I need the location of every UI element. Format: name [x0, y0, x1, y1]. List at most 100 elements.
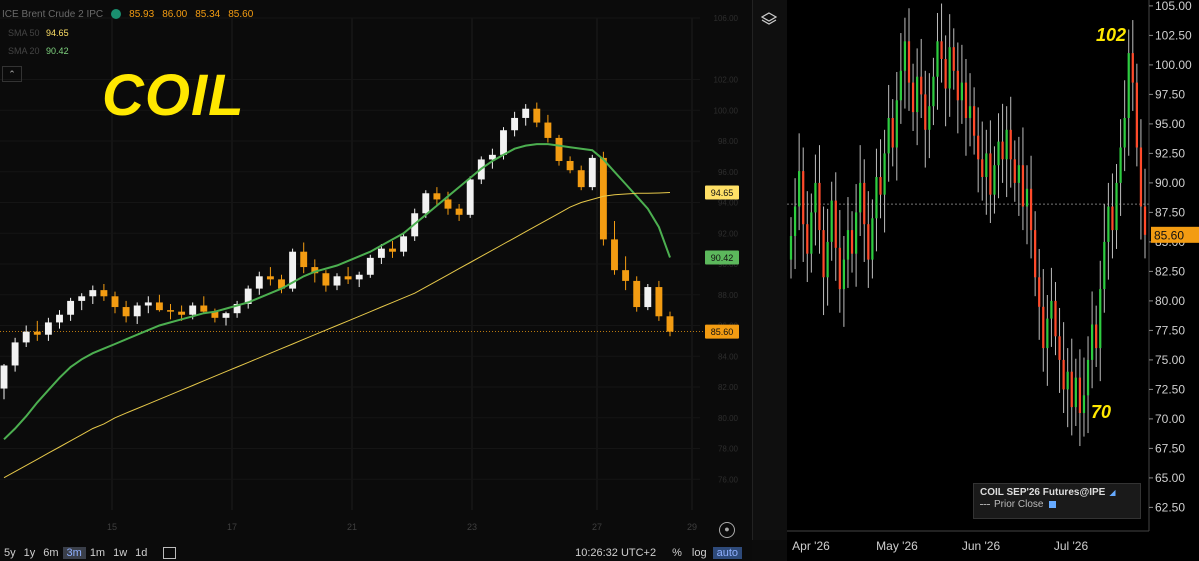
- candle-body: [1099, 289, 1102, 349]
- candle-body: [1095, 324, 1098, 349]
- candle-body: [830, 200, 833, 242]
- tf-1m[interactable]: 1m: [86, 547, 109, 559]
- auto-toggle[interactable]: auto: [712, 546, 742, 559]
- candle-body: [300, 251, 308, 268]
- tf-6m[interactable]: 6m: [39, 547, 62, 559]
- status-dot-icon: [111, 9, 122, 19]
- y-tick-label: 65.00: [1155, 471, 1185, 485]
- candle-body: [920, 76, 923, 95]
- tf-5y[interactable]: 5y: [0, 547, 20, 559]
- y-tick-label: 76.00: [718, 475, 739, 484]
- candle-body: [887, 118, 890, 154]
- price-tag-label: 90.42: [711, 253, 734, 263]
- candle-body: [389, 248, 396, 252]
- candle-body: [1054, 300, 1057, 337]
- date-range-icon[interactable]: [163, 546, 177, 559]
- candle-body: [333, 276, 341, 286]
- y-tick-label: 82.00: [718, 383, 739, 392]
- candle-body: [167, 310, 174, 312]
- y-tick-label: 82.50: [1155, 264, 1185, 278]
- candle-body: [903, 41, 907, 71]
- candle-body: [810, 212, 813, 254]
- tf-1y[interactable]: 1y: [20, 547, 40, 559]
- candle-body: [850, 230, 854, 254]
- y-tick-label: 72.50: [1155, 382, 1185, 396]
- candle-body: [936, 41, 939, 77]
- candle-body: [377, 248, 385, 258]
- candle-body: [466, 179, 474, 215]
- right-chart-svg[interactable]: 105.00 102.50 100.00 97.50 95.00 92.50 90.00 87…: [787, 0, 1199, 561]
- candle-body: [1017, 165, 1020, 183]
- ma2-label: SMA 20: [8, 46, 40, 56]
- candle-body: [500, 130, 507, 155]
- layers-icon[interactable]: [760, 12, 778, 26]
- candle-body: [1103, 241, 1106, 290]
- candle-body: [444, 199, 452, 209]
- candle-body: [916, 76, 919, 113]
- candle-body: [924, 94, 927, 130]
- candle-body: [1034, 230, 1037, 278]
- tf-1w[interactable]: 1w: [109, 547, 131, 559]
- candle-body: [1143, 206, 1147, 235]
- candle-body: [0, 365, 8, 389]
- ma1-row: SMA 50 94.65: [8, 28, 69, 38]
- price-tag-label: 85.60: [711, 327, 734, 337]
- candle-body: [834, 200, 837, 248]
- legend-prior-close-label: Prior Close: [994, 499, 1044, 510]
- candle-body: [968, 106, 972, 118]
- y-tick-label: 98.00: [718, 137, 739, 146]
- candle-body: [1070, 371, 1073, 408]
- y-tick-label: 80.00: [718, 414, 739, 423]
- candle-body: [22, 331, 30, 343]
- y-tick-label: 77.50: [1155, 323, 1185, 337]
- candle-body: [842, 259, 846, 290]
- y-tick-label: 90.00: [1155, 176, 1185, 190]
- x-tick-label: 21: [347, 522, 357, 532]
- log-toggle[interactable]: log: [692, 547, 707, 559]
- candle-body: [455, 208, 463, 215]
- y-tick-label: 102.00: [714, 76, 739, 85]
- tf-1d[interactable]: 1d: [131, 547, 151, 559]
- y-tick-label: 100.00: [714, 106, 739, 115]
- symbol-label[interactable]: ICE Brent Crude 2 IPC: [2, 9, 103, 20]
- settings-gear-icon[interactable]: ●: [719, 522, 735, 538]
- candle-body: [1086, 359, 1090, 396]
- candle-body: [993, 165, 996, 195]
- candle-body: [1025, 188, 1029, 207]
- candle-body: [644, 287, 652, 308]
- candle-body: [1021, 165, 1025, 207]
- candle-body: [56, 314, 63, 323]
- x-tick-label: Jun '26: [962, 539, 1001, 553]
- candle-body: [960, 82, 964, 101]
- candle-body: [806, 224, 809, 254]
- candle-body: [44, 322, 52, 335]
- collapse-button[interactable]: ⌃: [2, 66, 22, 82]
- moving-average-line: [3, 192, 671, 479]
- y-tick-label: 62.50: [1155, 500, 1185, 514]
- legend-expand-icon[interactable]: ◢: [1109, 488, 1115, 497]
- x-tick-label: 29: [687, 522, 697, 532]
- y-tick-label: 96.00: [718, 168, 739, 177]
- candle-body: [100, 290, 108, 297]
- prior-close-checkbox[interactable]: [1049, 501, 1057, 508]
- candle-body: [355, 274, 363, 280]
- x-tick-label: Apr '26: [792, 539, 830, 553]
- candle-body: [1078, 377, 1082, 413]
- candle-body: [964, 82, 968, 118]
- candle-body: [555, 137, 563, 161]
- y-tick-label: 87.50: [1155, 205, 1185, 219]
- candle-body: [802, 171, 805, 225]
- candle-body: [822, 230, 825, 278]
- candle-body: [611, 239, 618, 271]
- y-tick-label: 80.00: [1155, 294, 1185, 308]
- candle-body: [344, 276, 352, 280]
- candle-body: [533, 108, 541, 123]
- candle-body: [838, 247, 841, 290]
- candle-body: [1009, 129, 1012, 160]
- candle-body: [544, 122, 552, 138]
- candle-body: [1131, 53, 1134, 83]
- tf-3m[interactable]: 3m: [62, 546, 86, 559]
- y-tick-label: 105.00: [1155, 0, 1192, 13]
- percent-toggle[interactable]: %: [672, 547, 682, 559]
- candle-body: [1107, 206, 1110, 242]
